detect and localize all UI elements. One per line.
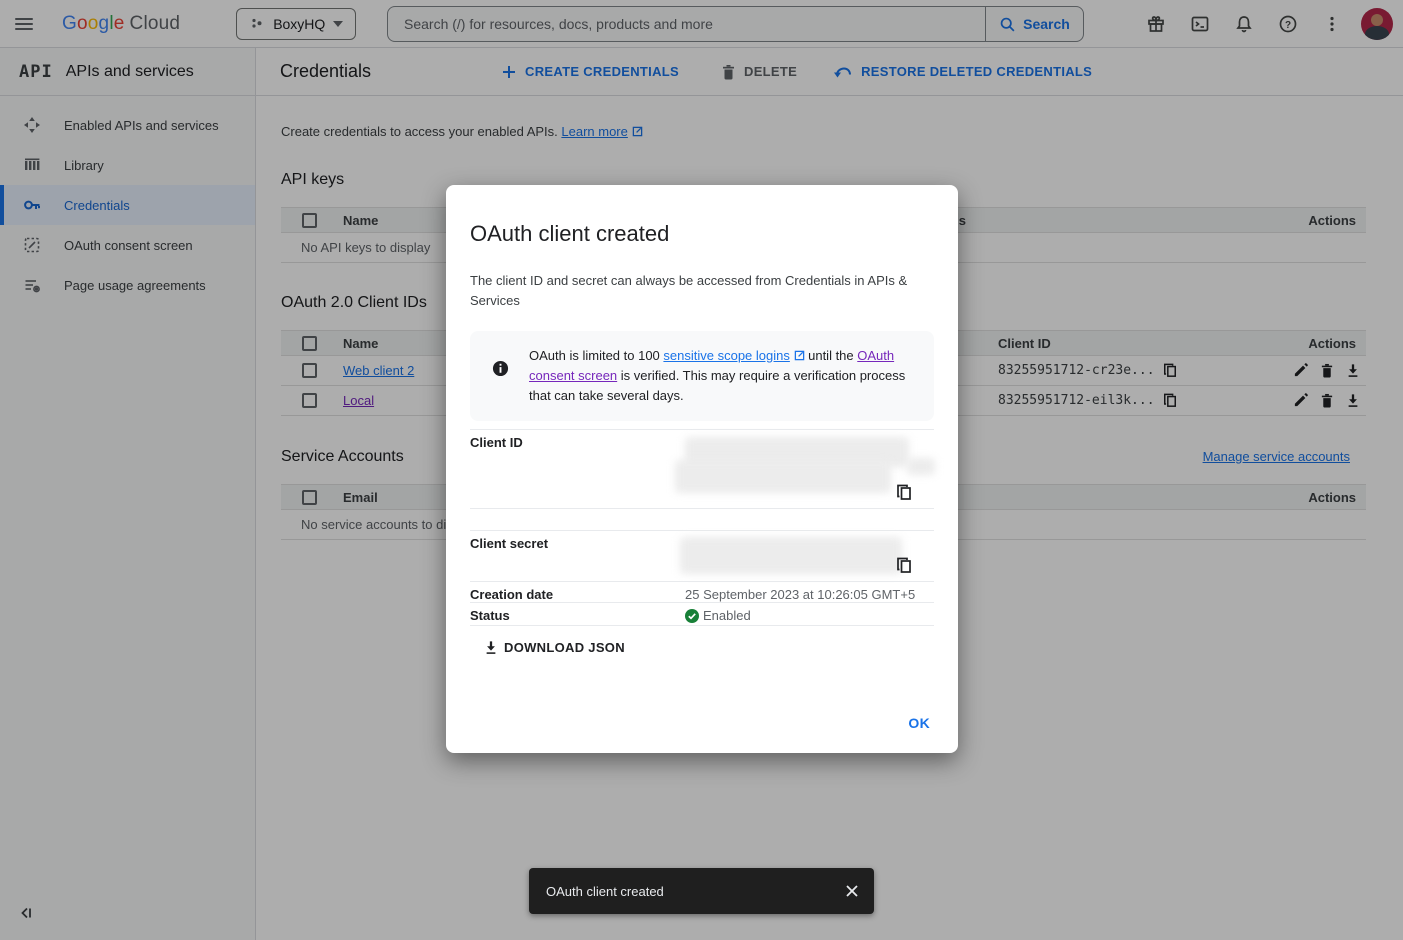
download-json-label: DOWNLOAD JSON: [504, 640, 625, 655]
client-details: Client ID Client secret: [470, 429, 934, 626]
dialog-subtitle: The client ID and secret can always be a…: [470, 271, 910, 311]
download-json-button[interactable]: DOWNLOAD JSON: [484, 640, 625, 655]
status-label: Status: [470, 603, 685, 625]
close-icon[interactable]: [844, 883, 860, 899]
toast-notification: OAuth client created: [529, 868, 874, 914]
copy-icon[interactable]: [896, 557, 912, 577]
status-text: Enabled: [703, 608, 751, 623]
ok-button[interactable]: OK: [908, 715, 930, 731]
notice-pre: OAuth is limited to 100: [529, 348, 663, 363]
download-icon: [484, 640, 498, 655]
copy-icon[interactable]: [896, 484, 912, 504]
notice-text: OAuth is limited to 100 sensitive scope …: [529, 346, 909, 406]
external-link-icon: [794, 350, 805, 361]
details-spacer: [470, 508, 934, 530]
creation-date-label: Creation date: [470, 582, 685, 602]
status-badge: Enabled: [685, 608, 934, 623]
info-icon: [492, 360, 509, 377]
oauth-client-created-dialog: OAuth client created The client ID and s…: [446, 185, 958, 753]
client-id-label: Client ID: [470, 430, 685, 508]
status-row: Status Enabled: [470, 602, 934, 626]
oauth-limit-notice: OAuth is limited to 100 sensitive scope …: [470, 331, 934, 421]
client-id-row: Client ID: [470, 429, 934, 508]
sensitive-scope-logins-link[interactable]: sensitive scope logins: [663, 348, 789, 363]
client-secret-row: Client secret: [470, 530, 934, 581]
toast-message: OAuth client created: [546, 884, 844, 899]
notice-mid: until the: [805, 348, 858, 363]
dialog-title: OAuth client created: [470, 221, 934, 247]
check-circle-icon: [685, 609, 699, 623]
creation-date-row: Creation date 25 September 2023 at 10:26…: [470, 581, 934, 602]
creation-date-value: 25 September 2023 at 10:26:05 GMT+5: [685, 582, 934, 602]
client-secret-label: Client secret: [470, 531, 685, 581]
